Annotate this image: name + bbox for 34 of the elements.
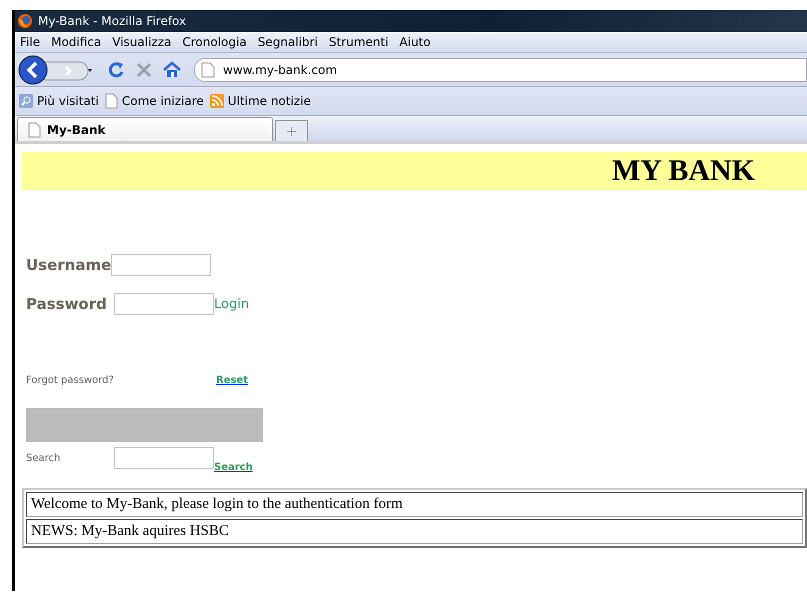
url-text: www.my-bank.com bbox=[223, 62, 338, 76]
new-tab-button[interactable] bbox=[275, 120, 308, 141]
search-label: Search bbox=[26, 452, 62, 464]
home-icon[interactable] bbox=[162, 60, 182, 80]
username-label: Username bbox=[26, 256, 112, 274]
message-cell: NEWS: My-Bank aquires HSBC bbox=[26, 519, 803, 544]
bookmark-link[interactable]: Come iniziare bbox=[122, 94, 204, 108]
firefox-icon bbox=[17, 13, 33, 29]
menu-item[interactable]: File bbox=[20, 35, 40, 49]
menu-item[interactable]: Cronologia bbox=[182, 35, 247, 49]
username-field[interactable] bbox=[111, 254, 212, 276]
password-label: Password bbox=[26, 295, 108, 313]
bank-title: MY BANK bbox=[612, 154, 755, 188]
page-icon bbox=[28, 122, 41, 138]
menu-item[interactable]: Aiuto bbox=[399, 35, 431, 49]
page-icon bbox=[104, 93, 118, 109]
menu-item[interactable]: Visualizza bbox=[112, 35, 172, 49]
page-icon bbox=[201, 62, 215, 78]
menu-item[interactable]: Segnalibri bbox=[258, 35, 318, 49]
search-icon bbox=[19, 94, 33, 108]
feed-icon bbox=[210, 94, 224, 108]
message-cell: Welcome to My-Bank, please login to the authentication form bbox=[26, 492, 803, 517]
search-field[interactable] bbox=[114, 447, 214, 469]
plus-icon bbox=[287, 126, 296, 136]
forgot-password-text: Forgot password? bbox=[26, 375, 115, 386]
browser-tab[interactable]: My-Bank bbox=[17, 117, 273, 141]
bookmark-link[interactable]: Ultime notizie bbox=[228, 94, 311, 108]
password-field[interactable] bbox=[114, 293, 214, 315]
menu-item[interactable]: Strumenti bbox=[328, 35, 388, 49]
menu-item[interactable]: Modifica bbox=[51, 35, 102, 49]
bookmark-link[interactable]: Più visitati bbox=[37, 94, 99, 108]
address-bar[interactable]: www.my-bank.com bbox=[194, 58, 807, 82]
reload-icon[interactable] bbox=[106, 60, 126, 80]
window-title: My-Bank - Mozilla Firefox bbox=[38, 14, 186, 28]
